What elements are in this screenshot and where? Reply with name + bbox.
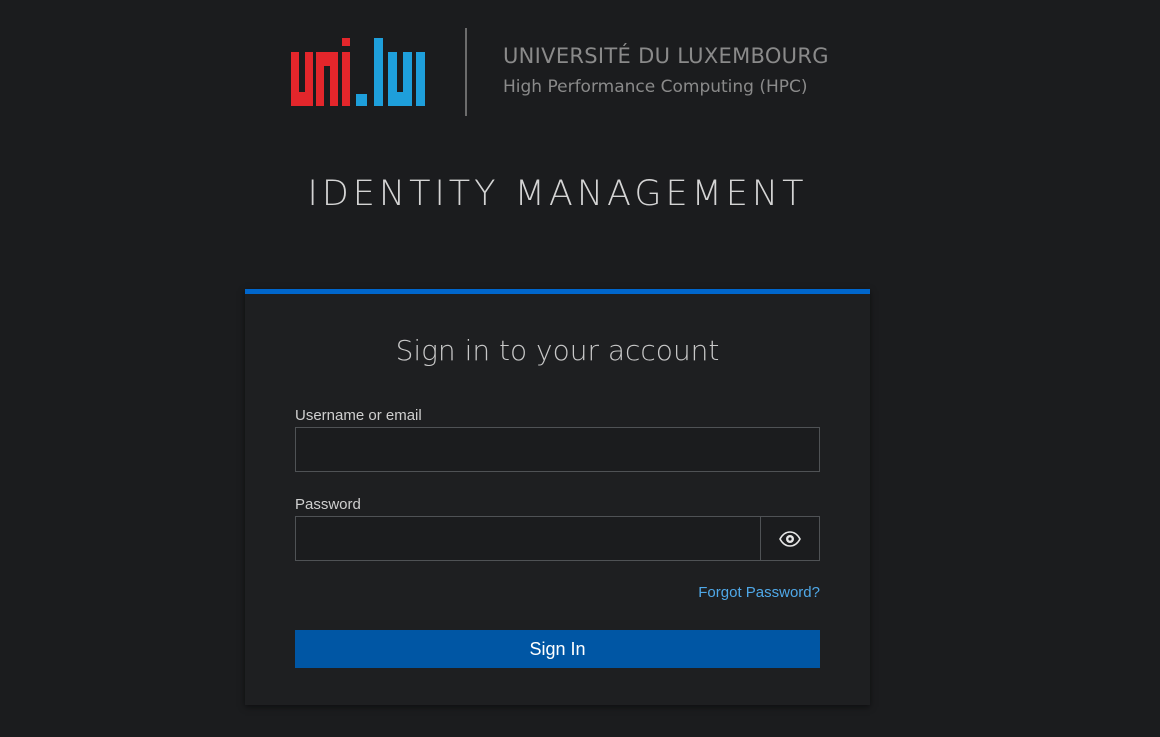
password-label: Password [295, 496, 361, 513]
uni-lu-logo-mark [291, 38, 425, 106]
forgot-password-link[interactable]: Forgot Password? [698, 584, 820, 601]
sign-in-button[interactable]: Sign In [295, 630, 820, 668]
eye-icon [779, 530, 801, 547]
login-page: UNIVERSITÉ DU LUXEMBOURG High Performanc… [0, 0, 1160, 737]
university-logo: UNIVERSITÉ DU LUXEMBOURG High Performanc… [288, 28, 829, 118]
password-input[interactable] [295, 516, 761, 561]
username-input[interactable] [295, 427, 820, 472]
logo-divider [465, 28, 467, 116]
page-title: IDENTITY MANAGEMENT [307, 174, 808, 214]
university-name: UNIVERSITÉ DU LUXEMBOURG [503, 44, 829, 68]
department-name: High Performance Computing (HPC) [503, 77, 808, 97]
username-label: Username or email [295, 407, 422, 424]
login-card: Sign in to your account Username or emai… [245, 289, 870, 705]
login-title: Sign in to your account [395, 334, 720, 367]
show-password-button[interactable] [760, 516, 820, 561]
